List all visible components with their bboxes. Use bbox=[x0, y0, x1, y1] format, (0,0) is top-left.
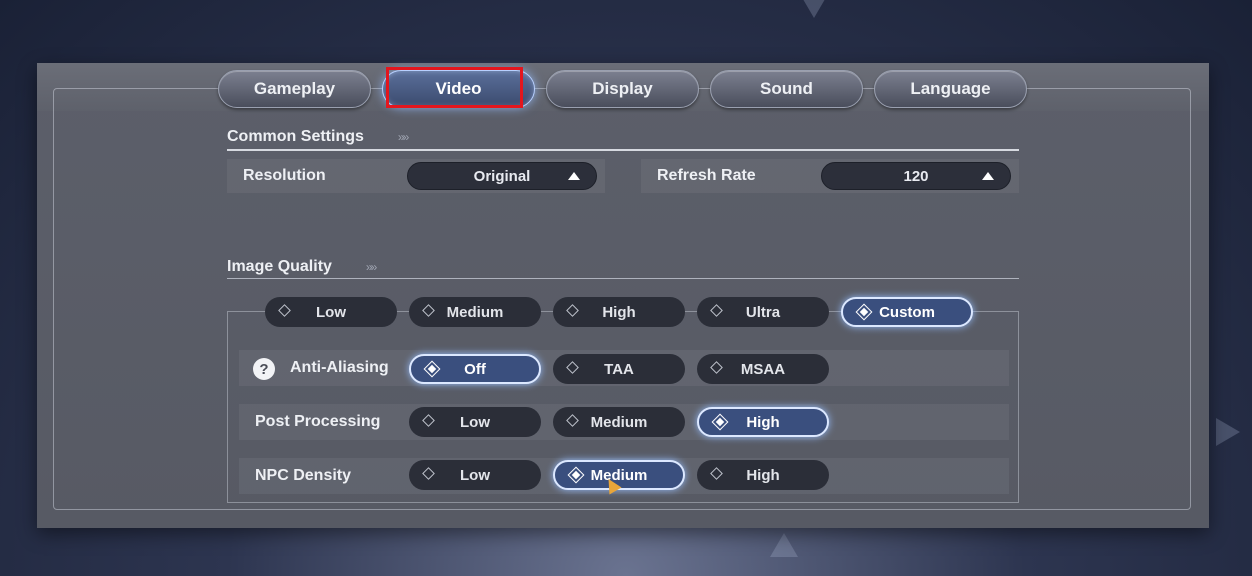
tab-sound[interactable]: Sound bbox=[710, 70, 863, 108]
diamond-selected-icon bbox=[423, 360, 441, 378]
diamond-icon bbox=[422, 467, 435, 480]
anti-aliasing-msaa[interactable]: MSAA bbox=[697, 354, 829, 384]
diamond-icon bbox=[278, 304, 291, 317]
resolution-dropdown[interactable]: Original bbox=[407, 162, 597, 190]
preset-high[interactable]: High bbox=[553, 297, 685, 327]
diamond-icon bbox=[710, 361, 723, 374]
diamond-icon bbox=[710, 304, 723, 317]
diamond-icon bbox=[710, 467, 723, 480]
background-shard bbox=[800, 0, 828, 18]
diamond-selected-icon bbox=[855, 303, 873, 321]
chevrons-icon: »» bbox=[365, 260, 377, 274]
settings-panel: Gameplay Video Display Sound Language Co… bbox=[37, 63, 1209, 528]
section-divider bbox=[227, 149, 1019, 151]
preset-ultra[interactable]: Ultra bbox=[697, 297, 829, 327]
diamond-icon bbox=[566, 304, 579, 317]
refresh-rate-row: Refresh Rate 120 bbox=[641, 159, 1019, 193]
image-quality-title: Image Quality»» bbox=[227, 258, 377, 275]
caret-up-icon bbox=[982, 172, 994, 180]
resolution-label: Resolution bbox=[243, 167, 326, 184]
npc-density-high[interactable]: High bbox=[697, 460, 829, 490]
refresh-rate-label: Refresh Rate bbox=[657, 167, 756, 184]
preset-medium[interactable]: Medium bbox=[409, 297, 541, 327]
refresh-rate-dropdown[interactable]: 120 bbox=[821, 162, 1011, 190]
diamond-selected-icon bbox=[711, 413, 729, 431]
resolution-row: Resolution Original bbox=[227, 159, 605, 193]
common-settings-title: Common Settings»» bbox=[227, 128, 409, 145]
background-shard bbox=[770, 533, 798, 557]
post-processing-medium[interactable]: Medium bbox=[553, 407, 685, 437]
post-processing-low[interactable]: Low bbox=[409, 407, 541, 437]
preset-custom[interactable]: Custom bbox=[841, 297, 973, 327]
tab-video[interactable]: Video bbox=[382, 67, 535, 108]
anti-aliasing-taa[interactable]: TAA bbox=[553, 354, 685, 384]
tab-display[interactable]: Display bbox=[546, 70, 699, 108]
anti-aliasing-label: Anti-Aliasing bbox=[290, 359, 389, 376]
post-processing-label: Post Processing bbox=[255, 413, 381, 430]
anti-aliasing-off[interactable]: Off bbox=[409, 354, 541, 384]
chevrons-icon: »» bbox=[397, 130, 409, 144]
npc-density-low[interactable]: Low bbox=[409, 460, 541, 490]
help-icon[interactable]: ? bbox=[253, 358, 275, 380]
post-processing-high[interactable]: High bbox=[697, 407, 829, 437]
section-divider bbox=[227, 278, 1019, 279]
diamond-icon bbox=[422, 414, 435, 427]
caret-up-icon bbox=[568, 172, 580, 180]
npc-density-label: NPC Density bbox=[255, 467, 352, 484]
diamond-icon bbox=[566, 414, 579, 427]
tab-gameplay[interactable]: Gameplay bbox=[218, 70, 371, 108]
diamond-selected-icon bbox=[567, 466, 585, 484]
background-shard bbox=[1216, 418, 1240, 446]
diamond-icon bbox=[566, 361, 579, 374]
tab-language[interactable]: Language bbox=[874, 70, 1027, 108]
preset-low[interactable]: Low bbox=[265, 297, 397, 327]
tab-bar: Gameplay Video Display Sound Language bbox=[218, 67, 1027, 108]
diamond-icon bbox=[422, 304, 435, 317]
